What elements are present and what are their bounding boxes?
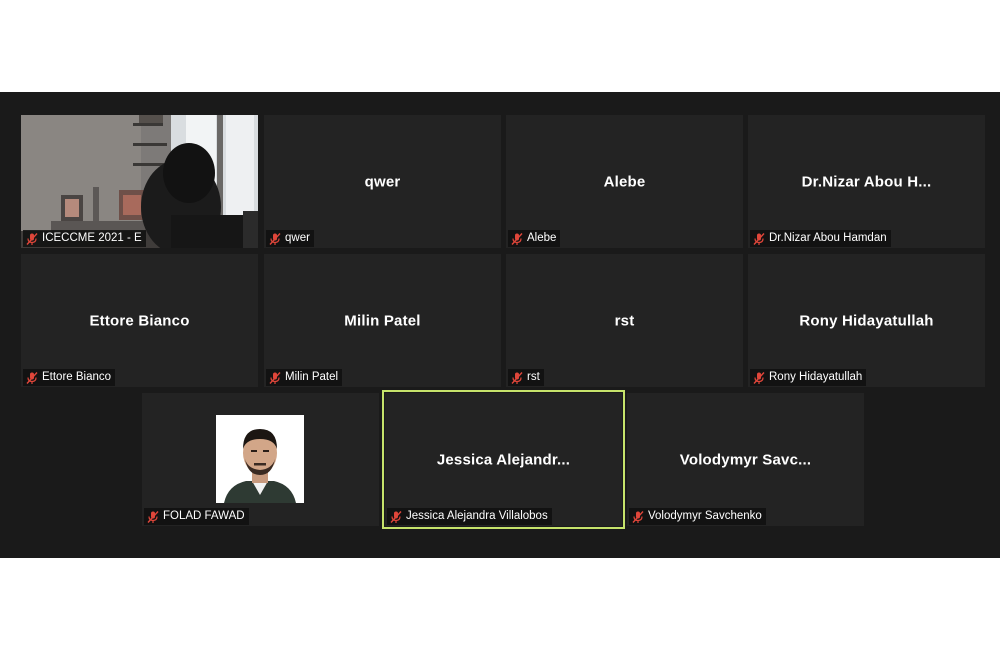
mic-muted-icon — [753, 371, 765, 384]
participant-name: qwer — [285, 232, 310, 244]
video-gallery: ICECCME 2021 - E qwer qwer Alebe Alebe D… — [0, 92, 1000, 558]
mic-muted-icon — [26, 371, 38, 384]
participant-name-label: ICECCME 2021 - E — [23, 230, 146, 247]
participant-display-name: qwer — [364, 173, 401, 190]
mic-muted-icon — [269, 232, 281, 245]
participant-tile[interactable]: rst rst — [506, 254, 743, 387]
mic-muted-icon — [511, 371, 523, 384]
participant-name-label: Alebe — [508, 230, 561, 247]
mic-muted-icon — [753, 232, 765, 245]
participant-name: Alebe — [527, 232, 557, 244]
mic-muted-icon — [390, 510, 402, 523]
participant-tile[interactable]: Ettore Bianco Ettore Bianco — [21, 254, 258, 387]
participant-name-label: qwer — [266, 230, 314, 247]
participant-display-name: Ettore Bianco — [89, 312, 190, 329]
participant-name-label: Milin Patel — [266, 369, 343, 386]
participant-name: rst — [527, 371, 540, 383]
participant-name: Dr.Nizar Abou Hamdan — [769, 232, 887, 244]
participant-name: Milin Patel — [285, 371, 339, 383]
participant-name: ICECCME 2021 - E — [42, 232, 142, 244]
participant-tile[interactable]: ICECCME 2021 - E — [21, 115, 258, 248]
participant-display-name: Dr.Nizar Abou H... — [801, 173, 932, 190]
mic-muted-icon — [269, 371, 281, 384]
participant-tile[interactable]: Alebe Alebe — [506, 115, 743, 248]
participant-tile[interactable]: Rony Hidayatullah Rony Hidayatullah — [748, 254, 985, 387]
profile-photo — [216, 415, 304, 503]
mic-muted-icon — [147, 510, 159, 523]
participant-name-label: Ettore Bianco — [23, 369, 116, 386]
participant-name: Jessica Alejandra Villalobos — [406, 510, 548, 522]
participant-tile[interactable]: Volodymyr Savc... Volodymyr Savchenko — [627, 393, 864, 526]
participant-name-label: Rony Hidayatullah — [750, 369, 867, 386]
participant-tile[interactable]: Dr.Nizar Abou H... Dr.Nizar Abou Hamdan — [748, 115, 985, 248]
participant-tile[interactable]: FOLAD FAWAD — [142, 393, 379, 526]
participant-name-label: FOLAD FAWAD — [144, 508, 249, 525]
mic-muted-icon — [26, 232, 38, 245]
participant-display-name: Jessica Alejandr... — [436, 451, 571, 468]
participant-name: Rony Hidayatullah — [769, 371, 863, 383]
participant-display-name: Milin Patel — [344, 312, 421, 329]
participant-tile[interactable]: Milin Patel Milin Patel — [264, 254, 501, 387]
webcam-video — [21, 115, 258, 248]
participant-name-label: Jessica Alejandra Villalobos — [387, 508, 552, 525]
mic-muted-icon — [511, 232, 523, 245]
participant-display-name: Volodymyr Savc... — [679, 451, 812, 468]
participant-display-name: rst — [614, 312, 635, 329]
participant-name: Ettore Bianco — [42, 371, 112, 383]
participant-tile[interactable]: qwer qwer — [264, 115, 501, 248]
participant-display-name: Alebe — [603, 173, 646, 190]
participant-name-label: rst — [508, 369, 544, 386]
participant-name-label: Dr.Nizar Abou Hamdan — [750, 230, 891, 247]
participant-name-label: Volodymyr Savchenko — [629, 508, 766, 525]
participant-tile-active-speaker[interactable]: Jessica Alejandr... Jessica Alejandra Vi… — [382, 390, 625, 529]
participant-name: Volodymyr Savchenko — [648, 510, 762, 522]
participant-display-name: Rony Hidayatullah — [799, 312, 934, 329]
mic-muted-icon — [632, 510, 644, 523]
participant-name: FOLAD FAWAD — [163, 510, 245, 522]
